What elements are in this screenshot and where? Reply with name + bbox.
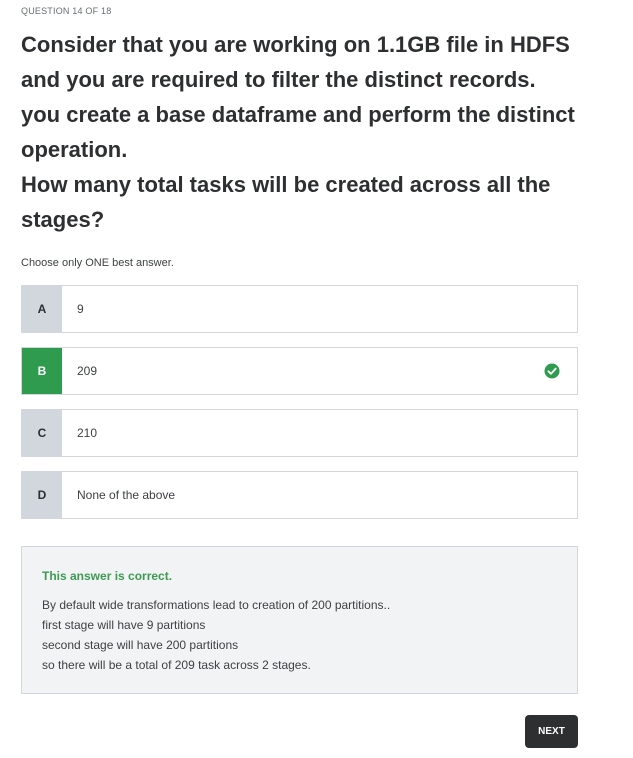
- answer-feedback-panel: This answer is correct. By default wide …: [21, 546, 578, 694]
- answer-instruction: Choose only ONE best answer.: [21, 257, 174, 269]
- option-text: 9: [77, 302, 84, 316]
- question-line: How many total tasks will be created acr…: [21, 172, 551, 197]
- question-line: operation.: [21, 137, 128, 162]
- question-line: you create a base dataframe and perform …: [21, 102, 575, 127]
- question-text: Consider that you are working on 1.1GB f…: [21, 27, 581, 237]
- feedback-line: By default wide transformations lead to …: [42, 598, 391, 612]
- option-text: None of the above: [77, 488, 176, 502]
- question-line: Consider that you are working on 1.1GB f…: [21, 32, 570, 57]
- option-text: 209: [77, 364, 98, 378]
- check-circle-icon: [544, 363, 560, 379]
- question-line: stages?: [21, 207, 105, 232]
- feedback-line: second stage will have 200 partitions: [42, 638, 239, 652]
- option-letter: A: [22, 286, 62, 332]
- option-letter: C: [22, 410, 62, 456]
- question-line: and you are required to filter the disti…: [21, 67, 536, 92]
- feedback-line: so there will be a total of 209 task acr…: [42, 658, 311, 672]
- feedback-title: This answer is correct.: [42, 569, 173, 583]
- option-d[interactable]: D None of the above: [21, 471, 578, 519]
- feedback-line: first stage will have 9 partitions: [42, 618, 206, 632]
- option-a[interactable]: A 9: [21, 285, 578, 333]
- option-letter: D: [22, 472, 62, 518]
- option-letter: B: [22, 348, 62, 394]
- option-c[interactable]: C 210: [21, 409, 578, 457]
- option-text: 210: [77, 426, 98, 440]
- question-counter: QUESTION 14 OF 18: [21, 6, 112, 16]
- next-button[interactable]: NEXT: [525, 715, 578, 748]
- option-b[interactable]: B 209: [21, 347, 578, 395]
